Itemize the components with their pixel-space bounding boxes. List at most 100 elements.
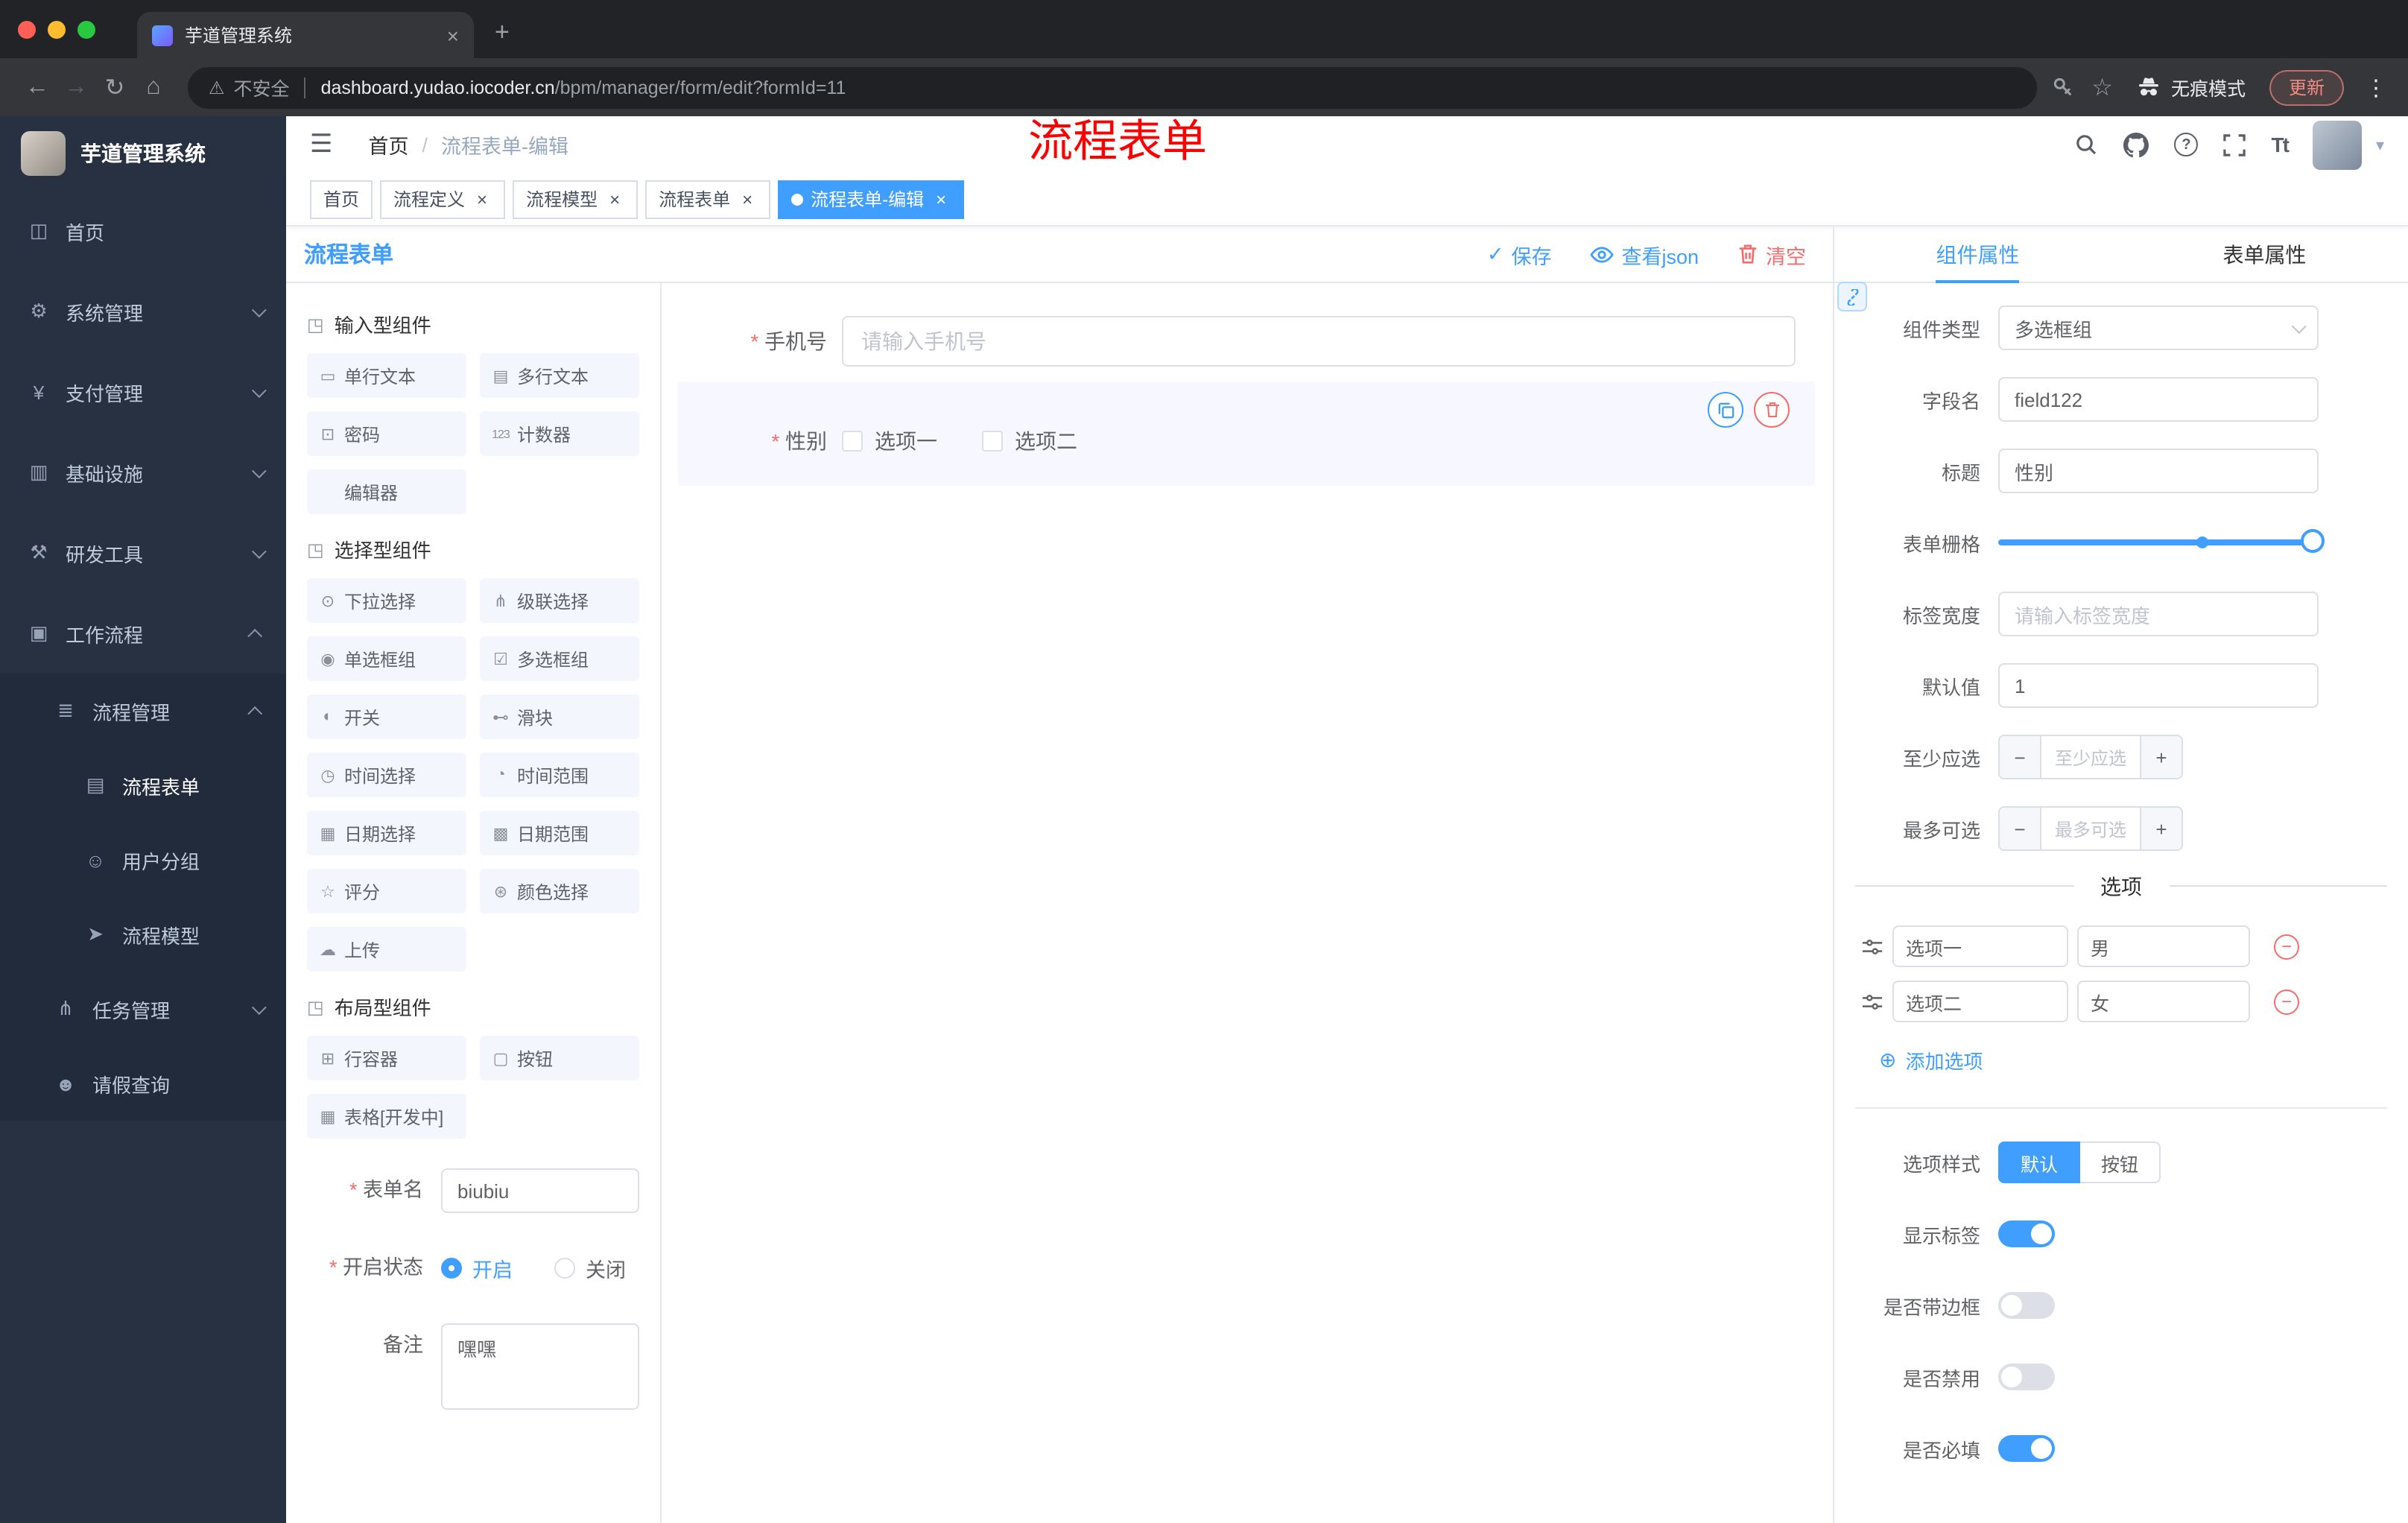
title-input[interactable]: 性别 (1998, 449, 2319, 493)
sidebar-item-process-mgmt[interactable]: ≣ 流程管理 (0, 674, 286, 748)
plus-button[interactable]: + (2140, 808, 2182, 849)
canvas-item-phone[interactable]: 手机号 请输入手机号 (678, 316, 1815, 367)
option-value-input[interactable]: 男 (2077, 925, 2250, 967)
zoom-window-button[interactable] (77, 20, 95, 38)
tag-close-icon[interactable]: × (605, 189, 624, 209)
form-canvas[interactable]: 手机号 请输入手机号 性别 选项一 (662, 283, 1833, 1523)
tag-process-model[interactable]: 流程模型 × (513, 180, 639, 218)
tab-form-props[interactable]: 表单属性 (2121, 227, 2408, 282)
sidebar-item-home[interactable]: ◫ 首页 (0, 191, 286, 271)
checkbox-icon[interactable] (982, 431, 1003, 452)
sidebar-item-user-group[interactable]: ☺ 用户分组 (0, 823, 286, 897)
delete-component-button[interactable] (1754, 392, 1790, 428)
component-password[interactable]: ⊡ 密码 (307, 411, 466, 456)
tag-process-definition[interactable]: 流程定义 × (380, 180, 506, 218)
clear-button[interactable]: 清空 (1737, 239, 1806, 269)
key-icon[interactable] (2051, 76, 2073, 98)
component-date-range[interactable]: ▩ 日期范围 (480, 811, 639, 855)
help-icon[interactable]: ? (2174, 133, 2199, 156)
sidebar-item-process-form[interactable]: ▤ 流程表单 (0, 748, 286, 823)
component-radio-group[interactable]: ◉ 单选框组 (307, 636, 466, 681)
tag-process-form-edit[interactable]: 流程表单-编辑 × (778, 180, 965, 218)
grid-slider[interactable] (1998, 519, 2325, 566)
drag-handle-icon[interactable] (1861, 990, 1883, 1013)
font-size-icon[interactable]: Tt (2272, 133, 2290, 156)
field-name-input[interactable]: field122 (1998, 377, 2319, 422)
border-toggle[interactable] (1998, 1292, 2055, 1319)
sidebar-item-process-model[interactable]: ➤ 流程模型 (0, 897, 286, 972)
sidebar-item-payment[interactable]: ¥ 支付管理 (0, 352, 286, 432)
sidebar-item-workflow[interactable]: ▣ 工作流程 (0, 593, 286, 674)
max-select-input[interactable]: 最多可选 (2041, 808, 2140, 849)
disabled-toggle[interactable] (1998, 1364, 2055, 1390)
plus-button[interactable]: + (2140, 736, 2182, 778)
search-icon[interactable] (2075, 133, 2099, 156)
tag-close-icon[interactable]: × (472, 189, 492, 209)
browser-tab[interactable]: 芋道管理系统 × (137, 12, 474, 58)
tab-component-props[interactable]: 组件属性 (1834, 227, 2121, 282)
style-button-button[interactable]: 按钮 (2080, 1142, 2161, 1183)
sidebar-item-devtools[interactable]: ⚒ 研发工具 (0, 513, 286, 593)
component-slider[interactable]: ⊷ 滑块 (480, 694, 639, 739)
copy-component-button[interactable] (1708, 392, 1743, 428)
component-editor[interactable]: 编辑器 (307, 469, 466, 514)
component-color-picker[interactable]: ⊛ 颜色选择 (480, 869, 639, 914)
sidebar-item-task-mgmt[interactable]: ⋔ 任务管理 (0, 972, 286, 1046)
home-icon[interactable]: ⌂ (134, 74, 173, 101)
component-rate[interactable]: ☆ 评分 (307, 869, 466, 914)
github-icon[interactable] (2123, 132, 2149, 157)
address-bar[interactable]: ⚠ 不安全 dashboard.yudao.iocoder.cn /bpm/ma… (188, 66, 2037, 108)
gender-option-2[interactable]: 选项二 (982, 426, 1077, 456)
minimize-window-button[interactable] (48, 20, 66, 38)
breadcrumb-home[interactable]: 首页 (369, 130, 409, 159)
status-on-radio[interactable]: 开启 (441, 1253, 513, 1283)
component-type-select[interactable]: 多选框组 (1998, 305, 2319, 350)
phone-input[interactable]: 请输入手机号 (842, 316, 1796, 367)
label-width-input[interactable]: 请输入标签宽度 (1998, 592, 2319, 636)
tag-close-icon[interactable]: × (738, 189, 757, 209)
component-table[interactable]: ▦ 表格[开发中] (307, 1094, 466, 1139)
new-tab-button[interactable]: + (495, 18, 510, 48)
drag-handle-icon[interactable] (1861, 935, 1883, 957)
status-off-radio[interactable]: 关闭 (554, 1253, 626, 1283)
minus-button[interactable]: − (2000, 736, 2041, 778)
checkbox-icon[interactable] (842, 431, 863, 452)
show-label-toggle[interactable] (1998, 1220, 2055, 1247)
slider-track[interactable] (1998, 539, 2313, 545)
component-single-text[interactable]: ▭ 单行文本 (307, 353, 466, 398)
caret-down-icon[interactable]: ▾ (2376, 135, 2384, 154)
remove-option-button[interactable]: − (2274, 934, 2299, 959)
sidebar-item-leave-query[interactable]: ☻ 请假查询 (0, 1046, 286, 1121)
hamburger-icon[interactable]: ☰ (310, 130, 333, 159)
minus-button[interactable]: − (2000, 808, 2041, 849)
form-name-input[interactable]: biubiu (441, 1168, 639, 1213)
min-select-input[interactable]: 至少应选 (2041, 736, 2140, 778)
view-json-button[interactable]: 查看json (1590, 239, 1699, 269)
sidebar-item-system[interactable]: ⚙ 系统管理 (0, 271, 286, 352)
slider-handle[interactable] (2301, 529, 2325, 553)
add-option-button[interactable]: ⊕ 添加选项 (1879, 1046, 2408, 1074)
tag-home[interactable]: 首页 (310, 180, 373, 218)
component-multi-text[interactable]: ▤ 多行文本 (480, 353, 639, 398)
component-cascader[interactable]: ⋔ 级联选择 (480, 578, 639, 623)
tag-close-icon[interactable]: × (931, 189, 951, 209)
option-name-input[interactable]: 选项二 (1892, 981, 2068, 1022)
required-toggle[interactable] (1998, 1435, 2055, 1462)
form-remark-textarea[interactable]: 嘿嘿 (441, 1323, 639, 1410)
component-row-container[interactable]: ⊞ 行容器 (307, 1036, 466, 1080)
component-time-picker[interactable]: ◷ 时间选择 (307, 753, 466, 797)
component-date-picker[interactable]: ▦ 日期选择 (307, 811, 466, 855)
component-switch[interactable]: ◐ 开关 (307, 694, 466, 739)
component-time-range[interactable]: ◔ 时间范围 (480, 753, 639, 797)
back-icon[interactable]: ← (18, 74, 57, 101)
component-checkbox-group[interactable]: ☑ 多选框组 (480, 636, 639, 681)
tab-close-icon[interactable]: × (447, 23, 459, 47)
option-value-input[interactable]: 女 (2077, 981, 2250, 1022)
browser-menu-icon[interactable]: ⋮ (2362, 74, 2390, 101)
component-upload[interactable]: ☁ 上传 (307, 927, 466, 972)
component-select[interactable]: ⊙ 下拉选择 (307, 578, 466, 623)
canvas-item-gender-selected[interactable]: 性别 选项一 选项二 (678, 381, 1815, 486)
reload-icon[interactable]: ↻ (95, 72, 134, 102)
gender-option-1[interactable]: 选项一 (842, 426, 937, 456)
default-value-input[interactable]: 1 (1998, 663, 2319, 708)
